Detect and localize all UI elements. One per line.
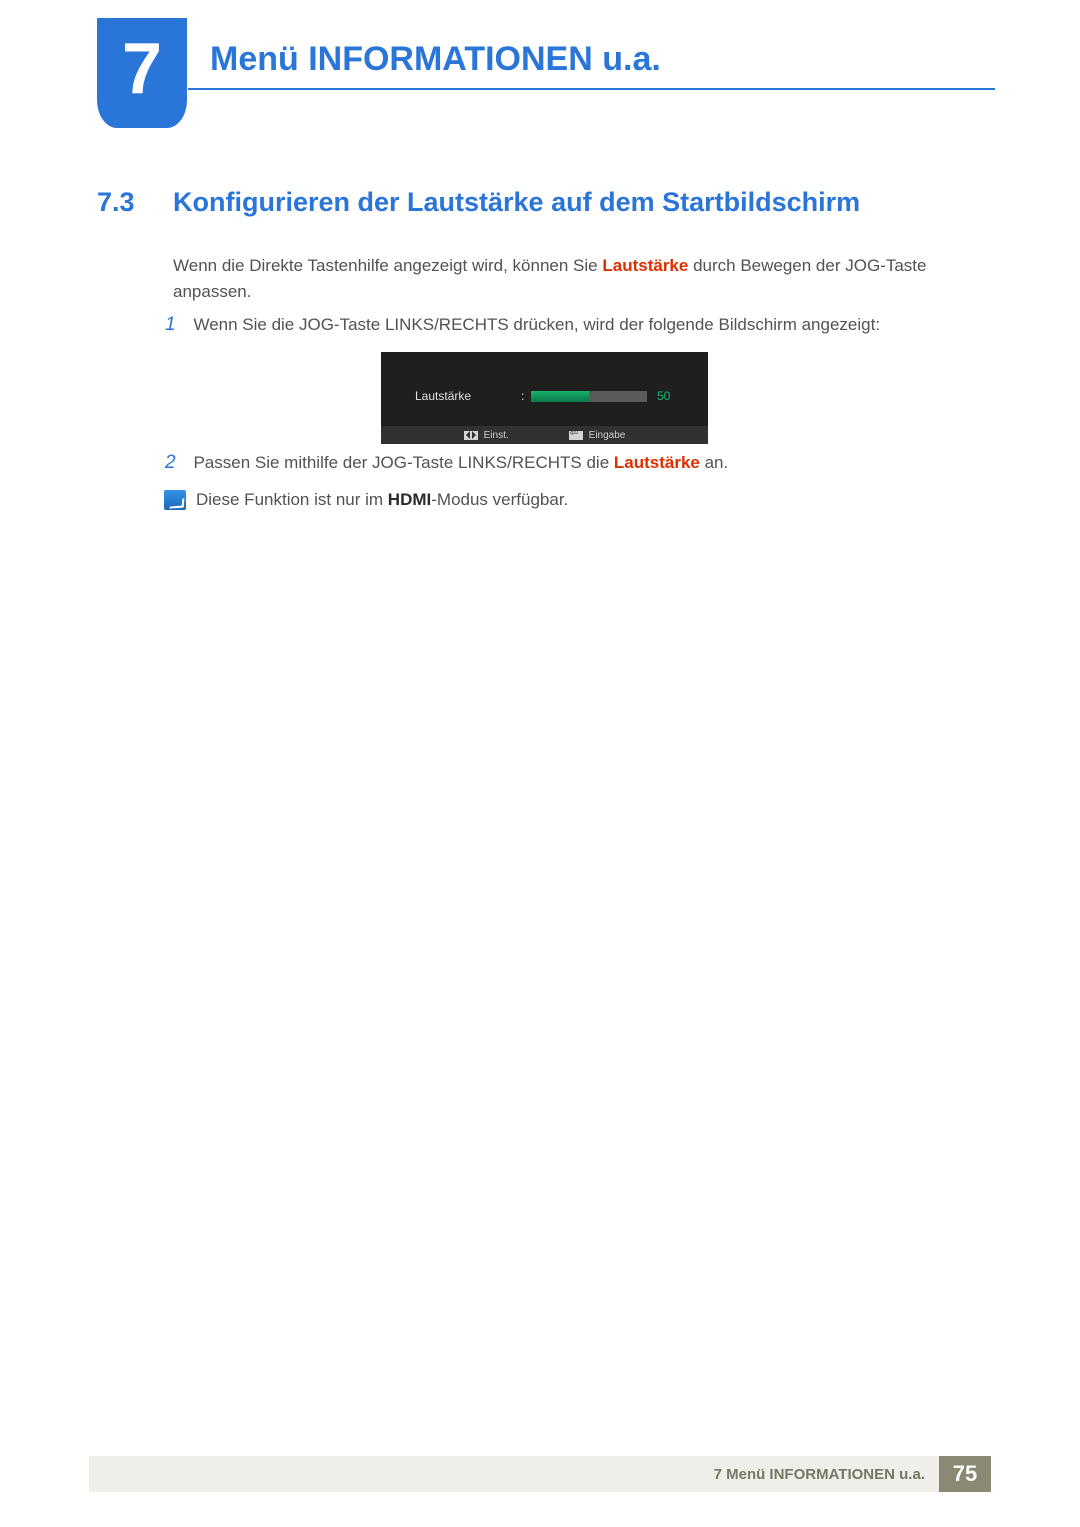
intro-paragraph: Wenn die Direkte Tastenhilfe angezeigt w… [173, 253, 970, 306]
step-2-number: 2 [165, 452, 189, 474]
note-highlight: HDMI [388, 490, 431, 509]
osd-volume-bar [531, 391, 647, 402]
enter-icon [569, 431, 583, 440]
footer-bar: 7 Menü INFORMATIONEN u.a. 75 [89, 1456, 991, 1492]
osd-adjust-hint: Einst. [464, 430, 509, 441]
left-right-icon [464, 431, 478, 440]
intro-pre: Wenn die Direkte Tastenhilfe angezeigt w… [173, 256, 602, 275]
footer-text: 7 Menü INFORMATIONEN u.a. [700, 1456, 939, 1492]
step-1-number: 1 [165, 314, 189, 336]
step-2: 2 Passen Sie mithilfe der JOG-Taste LINK… [165, 452, 970, 474]
step-2-pre: Passen Sie mithilfe der JOG-Taste LINKS/… [193, 453, 613, 472]
osd-label: Lautstärke [415, 389, 471, 403]
section-title: Konfigurieren der Lautstärke auf dem Sta… [173, 187, 860, 218]
note-pre: Diese Funktion ist nur im [196, 490, 388, 509]
step-2-text: Passen Sie mithilfe der JOG-Taste LINKS/… [193, 453, 728, 472]
osd-enter-hint: Eingabe [569, 430, 626, 441]
note-post: -Modus verfügbar. [431, 490, 568, 509]
footer-page-number: 75 [939, 1456, 991, 1492]
osd-colon: : [521, 389, 524, 403]
chapter-number: 7 [122, 33, 162, 105]
osd-value: 50 [657, 389, 670, 403]
step-2-post: an. [700, 453, 728, 472]
osd-enter-text: Eingabe [589, 430, 626, 441]
section-number: 7.3 [97, 187, 135, 218]
note-icon [164, 490, 186, 510]
chapter-title: Menü INFORMATIONEN u.a. [210, 40, 661, 79]
osd-volume-fill [531, 391, 589, 402]
note-row: Diese Funktion ist nur im HDMI-Modus ver… [164, 490, 568, 510]
chapter-tab: 7 [97, 18, 187, 128]
chapter-rule [188, 88, 995, 90]
step-2-highlight: Lautstärke [614, 453, 700, 472]
step-1: 1 Wenn Sie die JOG-Taste LINKS/RECHTS dr… [165, 314, 970, 336]
osd-adjust-text: Einst. [484, 430, 509, 441]
osd-footer: Einst. Eingabe [381, 426, 708, 444]
note-text: Diese Funktion ist nur im HDMI-Modus ver… [196, 490, 568, 510]
intro-highlight: Lautstärke [602, 256, 688, 275]
osd-volume-panel: Lautstärke : 50 Einst. Eingabe [381, 352, 708, 444]
step-1-text: Wenn Sie die JOG-Taste LINKS/RECHTS drüc… [193, 315, 880, 334]
